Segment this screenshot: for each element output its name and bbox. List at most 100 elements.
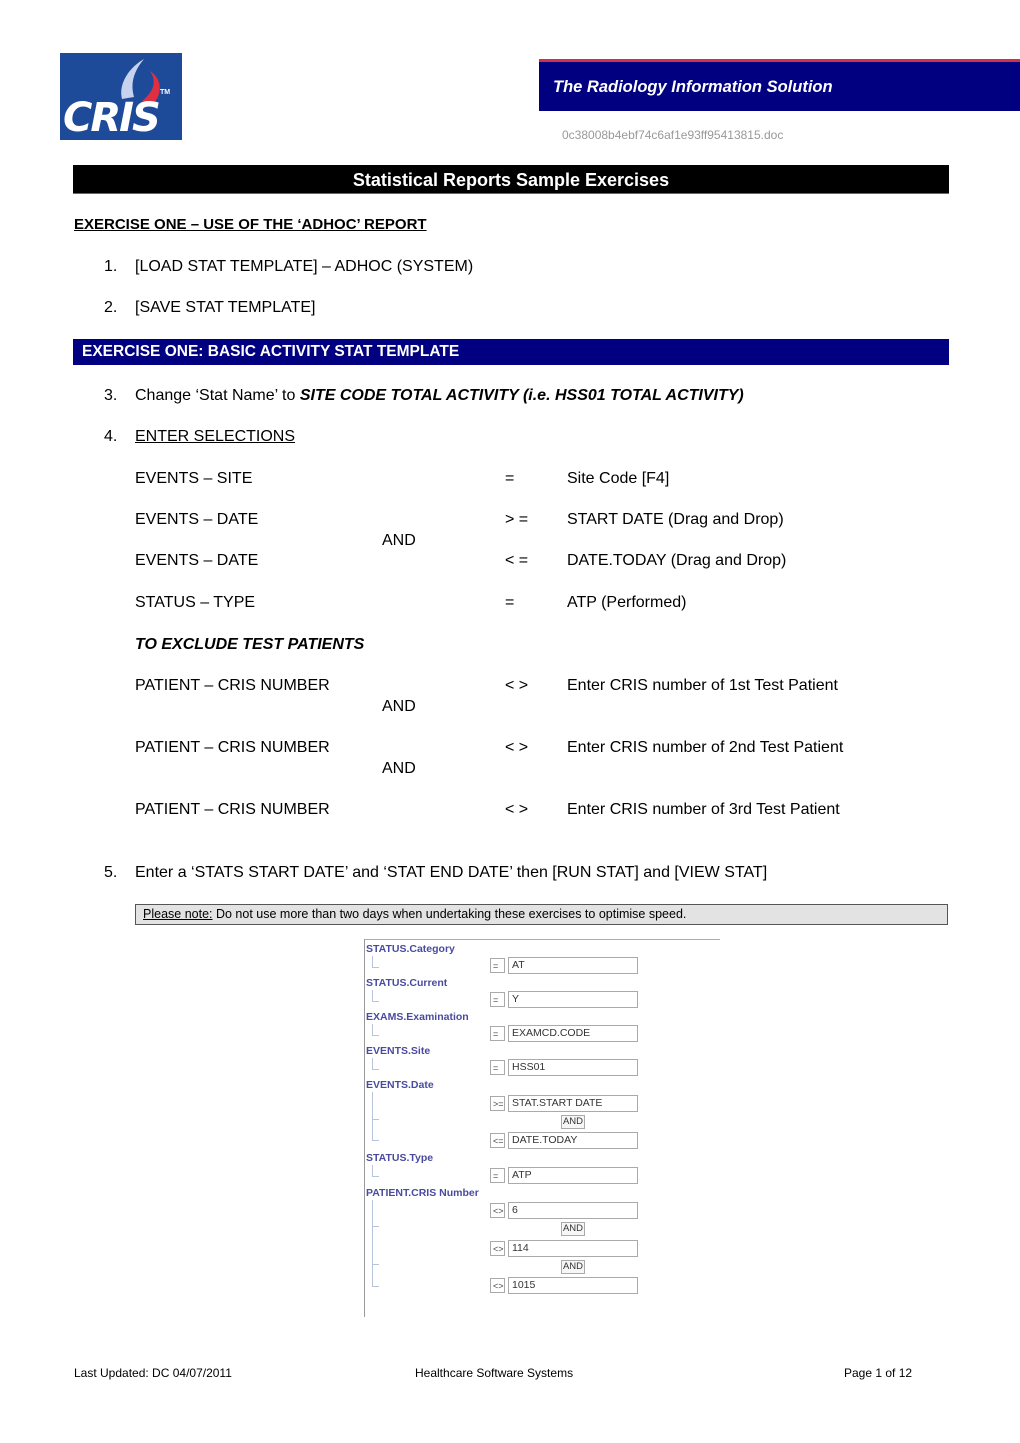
exclusion-operator: < > — [505, 739, 529, 756]
exclusion-field: PATIENT – CRIS NUMBER — [135, 677, 330, 694]
step-text: Change ‘Stat Name’ to SITE CODE TOTAL AC… — [135, 387, 744, 405]
document-filename: 0c38008b4ebf74c6af1e93ff95413815.doc — [562, 128, 784, 142]
exclusion-value: Enter CRIS number of 2nd Test Patient — [567, 739, 844, 756]
tree-tick — [372, 1119, 379, 1120]
selection-criteria-panel: STATUS.Category = AT STATUS.Current = Y … — [364, 939, 720, 1317]
panel-left-border — [364, 939, 365, 1317]
step-text-prefix: Change ‘Stat Name’ to — [135, 387, 300, 404]
criteria-value-input[interactable]: Y — [508, 991, 638, 1008]
criteria-value-input[interactable]: EXAMCD.CODE — [508, 1025, 638, 1042]
exercise-heading: EXERCISE ONE – USE OF THE ‘ADHOC’ REPORT — [74, 216, 427, 233]
selection-operator: = — [505, 594, 515, 611]
panel-top-border — [364, 939, 720, 940]
page-title-bar: Statistical Reports Sample Exercises — [73, 165, 949, 194]
operator-box[interactable]: <> — [490, 1241, 505, 1256]
operator-box[interactable]: = — [490, 1060, 505, 1075]
selection-operator: = — [505, 470, 515, 487]
selection-field: EVENTS – DATE — [135, 511, 259, 528]
selection-field: EVENTS – SITE — [135, 470, 253, 487]
criteria-label: STATUS.Current — [366, 977, 448, 989]
criteria-value-input[interactable]: 1015 — [508, 1277, 638, 1294]
criteria-label: STATUS.Category — [366, 943, 455, 955]
operator-box[interactable]: >= — [490, 1096, 505, 1111]
step-number: 2. — [104, 299, 118, 316]
selection-field: STATUS – TYPE — [135, 594, 256, 611]
criteria-value-input[interactable]: 114 — [508, 1240, 638, 1257]
and-button[interactable]: AND — [561, 1115, 585, 1129]
selection-value: START DATE (Drag and Drop) — [567, 511, 784, 528]
criteria-value-input[interactable]: AT — [508, 957, 638, 974]
step-text: [SAVE STAT TEMPLATE] — [135, 299, 316, 316]
selection-operator: > = — [505, 511, 529, 528]
criteria-value-input[interactable]: ATP — [508, 1167, 638, 1184]
step-4: 4. ENTER SELECTIONS — [104, 428, 295, 446]
step-number: 3. — [104, 387, 118, 404]
and-connector: AND — [382, 760, 416, 777]
tree-tick — [372, 1286, 379, 1287]
tree-tick — [372, 1176, 379, 1177]
selection-field: EVENTS – DATE — [135, 552, 259, 569]
tree-tick — [372, 1069, 379, 1070]
footer-page-number: Page 1 of 12 — [844, 1366, 913, 1380]
page-title: Statistical Reports Sample Exercises — [352, 170, 670, 190]
step-5: 5. Enter a ‘STATS START DATE’ and ‘STAT … — [104, 864, 767, 882]
step-text: [LOAD STAT TEMPLATE] – ADHOC (SYSTEM) — [135, 258, 474, 275]
tree-tick — [372, 1001, 379, 1002]
tree-line — [372, 1165, 373, 1176]
trademark: TM — [160, 89, 171, 96]
tree-tick — [372, 967, 379, 968]
criteria-value-input[interactable]: DATE.TODAY — [508, 1132, 638, 1149]
criteria-label: EVENTS.Date — [366, 1079, 434, 1091]
selection-operator: < = — [505, 552, 529, 569]
exclusion-operator: < > — [505, 801, 529, 818]
tree-tick — [372, 1226, 379, 1227]
operator-box[interactable]: <> — [490, 1278, 505, 1293]
banner-title: The Radiology Information Solution — [553, 78, 833, 96]
and-connector: AND — [382, 532, 416, 549]
step-text: ENTER SELECTIONS — [135, 428, 296, 445]
criteria-label: EVENTS.Site — [366, 1045, 431, 1057]
tree-tick — [372, 1264, 379, 1265]
tree-line — [372, 1058, 373, 1069]
tree-tick — [372, 1140, 379, 1141]
and-connector: AND — [382, 698, 416, 715]
footer-company: Healthcare Software Systems — [415, 1366, 574, 1380]
step-number: 1. — [104, 258, 118, 275]
tree-line — [372, 956, 373, 967]
exclusion-field: PATIENT – CRIS NUMBER — [135, 801, 330, 818]
note-text: Do not use more than two days when under… — [212, 907, 687, 921]
footer-last-updated: Last Updated: DC 04/07/2011 — [74, 1366, 232, 1380]
selection-value: ATP (Performed) — [567, 594, 687, 611]
and-button[interactable]: AND — [561, 1260, 585, 1274]
cris-logo: TM CRIS — [60, 53, 182, 140]
header-banner: The Radiology Information Solution — [539, 59, 1020, 111]
operator-box[interactable]: = — [490, 958, 505, 973]
exclusion-value: Enter CRIS number of 3rd Test Patient — [567, 801, 840, 818]
operator-box[interactable]: = — [490, 1026, 505, 1041]
selection-value: DATE.TODAY (Drag and Drop) — [567, 552, 787, 569]
exclusion-field: PATIENT – CRIS NUMBER — [135, 739, 330, 756]
stat-name-emphasis: SITE CODE TOTAL ACTIVITY (i.e. HSS01 TOT… — [299, 387, 744, 404]
step-text: Enter a ‘STATS START DATE’ and ‘STAT END… — [135, 864, 768, 881]
tree-line — [372, 1200, 373, 1286]
exclusion-operator: < > — [505, 677, 529, 694]
operator-box[interactable]: = — [490, 992, 505, 1007]
section-title: EXERCISE ONE: BASIC ACTIVITY STAT TEMPLA… — [82, 343, 460, 360]
please-note-box: Please note: Do not use more than two da… — [135, 904, 948, 925]
note-label: Please note: — [143, 907, 213, 921]
selection-value: Site Code [F4] — [567, 470, 670, 487]
criteria-value-input[interactable]: HSS01 — [508, 1059, 638, 1076]
tree-line — [372, 1024, 373, 1035]
operator-box[interactable]: <> — [490, 1203, 505, 1218]
tree-line — [372, 990, 373, 1001]
criteria-value-input[interactable]: STAT.START DATE — [508, 1095, 638, 1112]
operator-box[interactable]: <= — [490, 1133, 505, 1148]
exclusion-value: Enter CRIS number of 1st Test Patient — [567, 677, 838, 694]
and-button[interactable]: AND — [561, 1222, 585, 1236]
tree-line — [372, 1092, 373, 1140]
operator-box[interactable]: = — [490, 1168, 505, 1183]
step-number: 5. — [104, 864, 118, 881]
criteria-value-input[interactable]: 6 — [508, 1202, 638, 1219]
tree-tick — [372, 1035, 379, 1036]
exclude-heading: TO EXCLUDE TEST PATIENTS — [135, 636, 365, 653]
